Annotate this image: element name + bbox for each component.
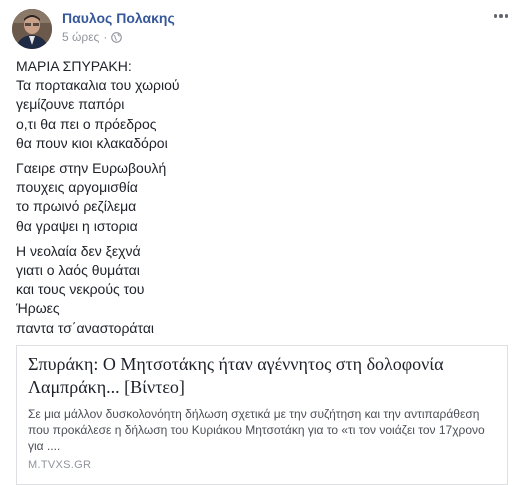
poem-line: και τους νεκρούς του: [16, 281, 145, 298]
poem-line: Τα πορτακαλια του χωριού: [16, 77, 180, 94]
avatar[interactable]: [12, 9, 52, 49]
post-meta: 5 ώρες ·: [62, 30, 123, 44]
poem-line: θα γραψει η ιστορια: [16, 217, 138, 234]
poem-line: γεμίζουνε παπόρι: [16, 96, 125, 113]
poem-line: Η νεολαία δεν ξεχνά: [16, 242, 141, 259]
poem-line: θα πουν κιοι κλακαδόροι: [16, 134, 168, 151]
shared-link-card[interactable]: Σπυράκη: Ο Μητσοτάκης ήταν αγέννητος στη…: [16, 345, 508, 485]
poem-line: το πρωινό ρεζίλεμα: [16, 198, 137, 215]
poem-stanza-1: Τα πορτακαλια του χωριού γεμίζουνε παπόρ…: [16, 76, 506, 153]
poem-stanza-3: Η νεολαία δεν ξεχνά γιατι ο λαός θυμάται…: [16, 242, 506, 338]
link-title[interactable]: Σπυράκη: Ο Μητσοτάκης ήταν αγέννητος στη…: [28, 353, 498, 399]
poem-line: ο,τι θα πει ο πρόεδρος: [16, 115, 157, 132]
poem-line: παντα τσ΄αναστοράται: [16, 319, 155, 336]
post-timestamp[interactable]: 5 ώρες: [62, 30, 99, 44]
meta-separator: ·: [103, 30, 108, 44]
post-text: ΜΑΡΙΑ ΣΠΥΡΑΚΗ: Τα πορτακαλια του χωριού …: [16, 57, 506, 344]
avatar-photo: [12, 9, 52, 49]
more-options-icon[interactable]: [491, 8, 511, 24]
poem-stanza-2: Γαειρε στην Ευρωβουλή πουχεις αργομισθία…: [16, 159, 506, 236]
poem-heading: ΜΑΡΙΑ ΣΠΥΡΑΚΗ:: [16, 58, 132, 74]
link-domain: M.TVXS.GR: [28, 459, 92, 471]
poem-line: Ήρωες: [16, 300, 60, 317]
facebook-post: Παυλος Πολακης 5 ώρες · ΜΑΡΙΑ ΣΠΥΡΑΚΗ: Τ…: [0, 0, 521, 485]
poem-line: Γαειρε στην Ευρωβουλή: [16, 160, 167, 177]
globe-icon[interactable]: [111, 31, 123, 43]
poem-line: πουχεις αργομισθία: [16, 179, 138, 196]
post-author-name[interactable]: Παυλος Πολακης: [62, 10, 175, 26]
poem-line: γιατι ο λαός θυμάται: [16, 262, 140, 279]
link-description: Σε μια μάλλον δυσκολονόητη δήλωση σχετικ…: [28, 407, 485, 453]
